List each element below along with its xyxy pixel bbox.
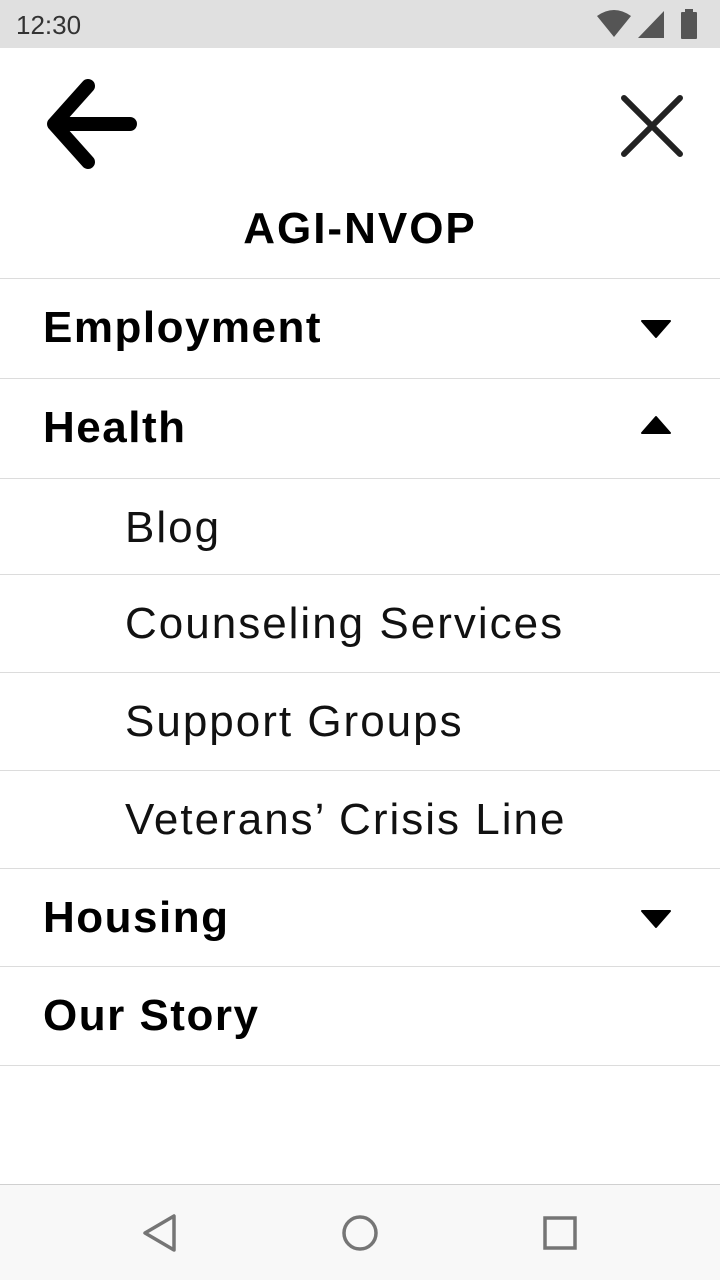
menu-item-label: Our Story bbox=[43, 991, 260, 1040]
arrow-left-icon bbox=[47, 79, 137, 169]
home-circle-icon bbox=[342, 1215, 378, 1251]
submenu-item-label: Blog bbox=[125, 503, 222, 552]
nav-recents-button[interactable] bbox=[540, 1213, 580, 1253]
menu-item-label: Housing bbox=[43, 893, 230, 942]
system-navigation-bar bbox=[0, 1184, 720, 1280]
submenu-item-blog[interactable]: Blog bbox=[0, 478, 720, 574]
menu-item-housing[interactable]: Housing bbox=[0, 868, 720, 966]
back-triangle-icon bbox=[143, 1214, 176, 1252]
submenu-item-label: Veterans’ Crisis Line bbox=[125, 795, 567, 844]
submenu-item-label: Counseling Services bbox=[125, 599, 565, 648]
menu-item-our-story[interactable]: Our Story bbox=[0, 966, 720, 1066]
submenu-item-support-groups[interactable]: Support Groups bbox=[0, 672, 720, 770]
battery-icon bbox=[681, 9, 697, 39]
menu-item-health[interactable]: Health bbox=[0, 378, 720, 478]
menu-header: AGI-NVOP bbox=[0, 48, 720, 278]
caret-up-icon bbox=[641, 416, 671, 434]
recents-square-icon bbox=[543, 1216, 577, 1250]
wifi-icon bbox=[597, 10, 631, 37]
close-button[interactable] bbox=[618, 92, 686, 160]
menu-item-label: Health bbox=[43, 403, 187, 452]
submenu-item-label: Support Groups bbox=[125, 697, 464, 746]
menu-item-employment[interactable]: Employment bbox=[0, 278, 720, 378]
close-icon bbox=[621, 95, 683, 157]
app-title: AGI-NVOP bbox=[243, 204, 477, 253]
navigation-menu: Employment Health Blog Counseling Servic… bbox=[0, 278, 720, 1066]
caret-down-icon bbox=[641, 320, 671, 338]
submenu-item-counseling-services[interactable]: Counseling Services bbox=[0, 574, 720, 672]
menu-item-label: Employment bbox=[43, 303, 323, 352]
submenu-item-veterans-crisis-line[interactable]: Veterans’ Crisis Line bbox=[0, 770, 720, 868]
nav-home-button[interactable] bbox=[340, 1213, 380, 1253]
nav-back-button[interactable] bbox=[140, 1213, 180, 1253]
status-time: 12:30 bbox=[16, 10, 82, 40]
back-button[interactable] bbox=[46, 78, 138, 170]
status-bar: 12:30 bbox=[0, 0, 720, 48]
caret-down-icon bbox=[641, 910, 671, 928]
status-icons bbox=[596, 9, 706, 39]
signal-icon bbox=[638, 11, 664, 38]
